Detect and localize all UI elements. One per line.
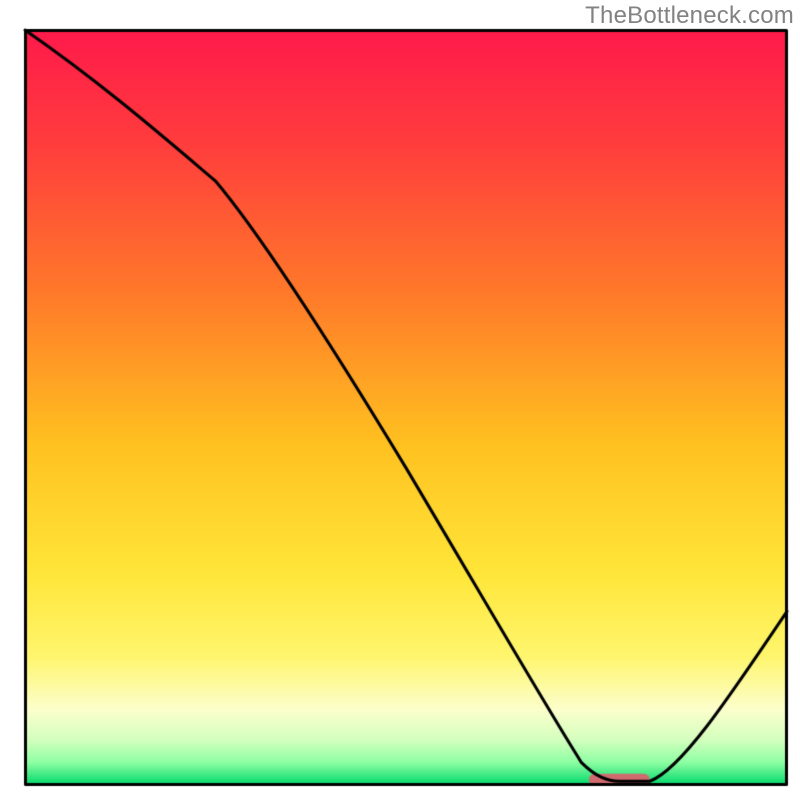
bottleneck-chart-canvas: [0, 0, 800, 800]
chart-container: TheBottleneck.com: [0, 0, 800, 800]
watermark-text: TheBottleneck.com: [585, 2, 794, 30]
